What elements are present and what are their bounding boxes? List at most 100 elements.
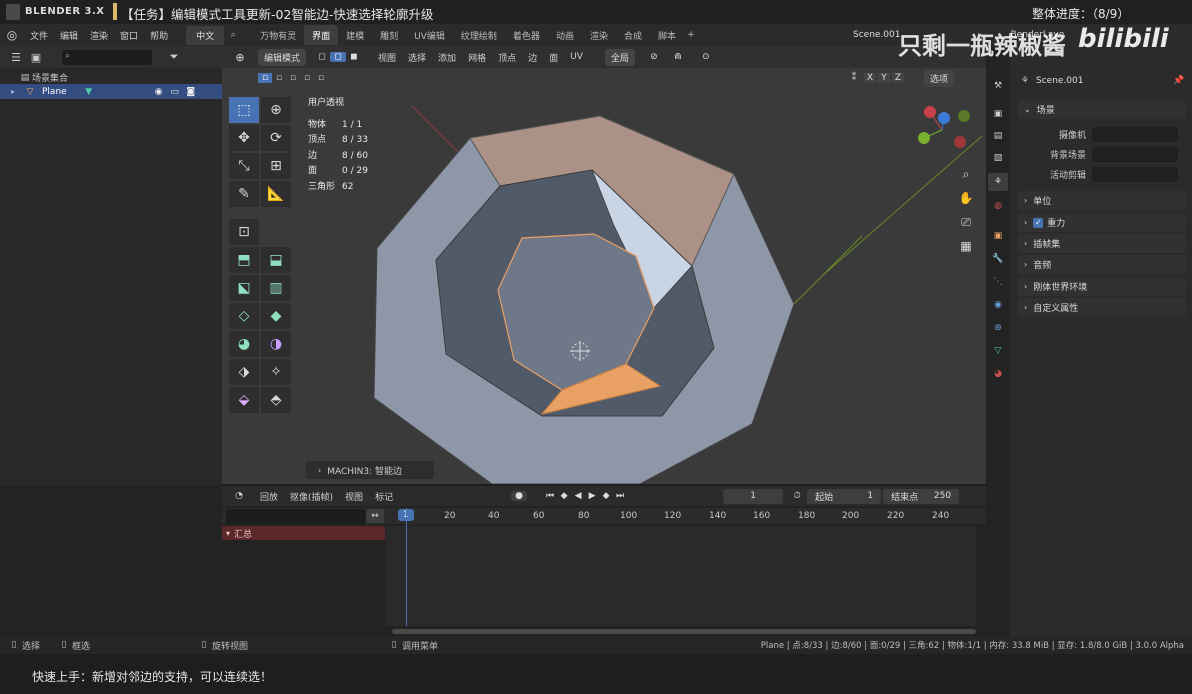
- menu-add[interactable]: 添加: [432, 51, 462, 64]
- menu-file[interactable]: 文件: [24, 29, 54, 42]
- tab-rendering[interactable]: 渲染: [582, 25, 616, 45]
- tool-tab-icon[interactable]: ⚒: [990, 78, 1006, 94]
- tab-layout[interactable]: 界面: [304, 25, 339, 45]
- vertex-select-icon[interactable]: ◻: [314, 52, 330, 62]
- axis-x-toggle[interactable]: X: [864, 73, 876, 83]
- menu-edge[interactable]: 边: [522, 51, 543, 64]
- jump-start-icon[interactable]: ⏮: [543, 491, 557, 501]
- summary-channel[interactable]: ▾ 汇总: [222, 526, 385, 540]
- next-keyframe-icon[interactable]: ◆: [599, 491, 613, 501]
- menu-mesh[interactable]: 网格: [462, 51, 492, 64]
- mesh-data-icon[interactable]: ▼: [81, 87, 97, 97]
- poly-build-tool[interactable]: ◆: [261, 303, 291, 329]
- gravity-checkbox[interactable]: ✓: [1033, 217, 1044, 228]
- move-tool[interactable]: ✥: [229, 125, 259, 151]
- shrink-fatten-tool[interactable]: ✧: [261, 359, 291, 385]
- tab-sculpting[interactable]: 雕刻: [372, 25, 406, 45]
- select-invert-icon[interactable]: ▫: [300, 73, 314, 83]
- add-cube-tool[interactable]: ⊡: [229, 219, 259, 245]
- tab-scripting[interactable]: 脚本: [650, 25, 684, 45]
- play-reverse-icon[interactable]: ◀: [571, 491, 585, 501]
- tree-item-scene-collection[interactable]: ▤ 场景集合: [18, 71, 68, 85]
- pivot-icon[interactable]: ⊘: [645, 52, 663, 62]
- modifier-tab-icon[interactable]: 🔧: [990, 251, 1006, 267]
- physics-tab-icon[interactable]: ◉: [990, 297, 1006, 313]
- extrude-tool[interactable]: ⬒: [229, 247, 259, 273]
- select-subtract-icon[interactable]: ▫: [286, 73, 300, 83]
- tab-shading[interactable]: 着色器: [505, 25, 548, 45]
- loop-cut-tool[interactable]: ▥: [261, 275, 291, 301]
- tab-compositing[interactable]: 合成: [616, 25, 650, 45]
- expand-arrow-icon[interactable]: ▸: [4, 87, 22, 96]
- timeline-search-input[interactable]: [226, 509, 366, 524]
- mesh-data-tab-icon[interactable]: ▽: [990, 343, 1006, 359]
- annotate-tool[interactable]: ✎: [229, 181, 259, 207]
- view-layer-tab-icon[interactable]: ▧: [990, 150, 1006, 166]
- background-scene-field[interactable]: [1092, 147, 1178, 162]
- render-camera-icon[interactable]: ◙: [183, 87, 199, 97]
- search-icon[interactable]: ⌕: [224, 30, 242, 40]
- display-mode-icon[interactable]: ▣: [26, 51, 46, 64]
- axis-y-toggle[interactable]: Y: [878, 73, 890, 83]
- axis-z-toggle[interactable]: Z: [892, 73, 904, 83]
- clock-editor-icon[interactable]: ◔: [230, 491, 248, 501]
- navigation-gizmo[interactable]: [912, 102, 976, 156]
- timeline-scrollbar[interactable]: [392, 629, 976, 634]
- pin-icon[interactable]: 📌: [1172, 76, 1186, 86]
- stopwatch-icon[interactable]: ⏱: [789, 491, 805, 501]
- menu-keying[interactable]: 抠像(插帧): [284, 490, 339, 503]
- menu-playback[interactable]: 回放: [254, 490, 284, 503]
- options-dropdown[interactable]: 选项: [924, 69, 955, 87]
- select-box-tool[interactable]: ⬚: [229, 97, 259, 123]
- perspective-grid-icon[interactable]: ▦: [956, 236, 976, 256]
- cursor-tool[interactable]: ⊕: [261, 97, 291, 123]
- tab-everything[interactable]: 万物有灵: [252, 25, 304, 45]
- active-clip-field[interactable]: [1092, 167, 1178, 182]
- select-box-icon[interactable]: ▫: [258, 73, 272, 83]
- outliner-search-input[interactable]: ⌕: [62, 49, 152, 65]
- editor-type-icon[interactable]: ⊕: [230, 51, 250, 64]
- edge-select-icon[interactable]: ◻: [330, 52, 347, 62]
- panel-keying-sets[interactable]: › 插帧集: [1018, 234, 1186, 253]
- world-tab-icon[interactable]: ◍: [990, 198, 1006, 214]
- menu-view[interactable]: 视图: [372, 51, 402, 64]
- play-icon[interactable]: ▶: [585, 491, 599, 501]
- blender-menu-icon[interactable]: ◎: [0, 28, 24, 42]
- object-tab-icon[interactable]: ▣: [990, 228, 1006, 244]
- knife-tool[interactable]: ◇: [229, 303, 259, 329]
- pan-hand-icon[interactable]: ✋: [956, 188, 976, 208]
- add-workspace-icon[interactable]: +: [684, 30, 698, 40]
- constraints-tab-icon[interactable]: ⊛: [990, 320, 1006, 336]
- tab-uv-editing[interactable]: UV编辑: [406, 25, 453, 45]
- prev-keyframe-icon[interactable]: ◆: [557, 491, 571, 501]
- auto-key-icon[interactable]: ●: [511, 491, 528, 501]
- spin-tool[interactable]: ◕: [229, 331, 259, 357]
- timeline-ruler[interactable]: ↔ 1 20 40 60 80 100 120 140 160 180 200 …: [222, 508, 986, 524]
- render-tab-icon[interactable]: ▣: [990, 106, 1006, 122]
- panel-scene[interactable]: ⌄ 场景: [1018, 100, 1186, 119]
- menu-select[interactable]: 选择: [402, 51, 432, 64]
- scene-selector[interactable]: Scene.001: [853, 30, 900, 40]
- menu-uv[interactable]: UV: [564, 52, 589, 62]
- menu-window[interactable]: 窗口: [114, 29, 144, 42]
- menu-render[interactable]: 渲染: [84, 29, 114, 42]
- menu-help[interactable]: 帮助: [144, 29, 174, 42]
- scene-tab-icon[interactable]: ⚘: [988, 173, 1008, 191]
- viewport-display-icon[interactable]: ▭: [167, 87, 183, 97]
- edge-slide-tool[interactable]: ⬗: [229, 359, 259, 385]
- menu-edit[interactable]: 编辑: [54, 29, 84, 42]
- mode-selector[interactable]: 编辑模式: [258, 48, 307, 66]
- output-tab-icon[interactable]: ▤: [990, 128, 1006, 144]
- jump-end-icon[interactable]: ⏭: [613, 491, 627, 501]
- proportional-edit-icon[interactable]: ⊙: [697, 52, 715, 62]
- face-select-icon[interactable]: ◼: [346, 52, 362, 62]
- select-intersect-icon[interactable]: ▫: [314, 73, 328, 83]
- rip-tool[interactable]: ⬘: [261, 387, 291, 413]
- shear-tool[interactable]: ⬙: [229, 387, 259, 413]
- start-frame-field[interactable]: 起始 1: [807, 488, 882, 504]
- smooth-tool[interactable]: ◑: [261, 331, 291, 357]
- material-tab-icon[interactable]: ◕: [990, 366, 1006, 382]
- bevel-tool[interactable]: ⬕: [229, 275, 259, 301]
- tab-animation[interactable]: 动画: [548, 25, 582, 45]
- panel-custom-properties[interactable]: › 自定义属性: [1018, 298, 1186, 317]
